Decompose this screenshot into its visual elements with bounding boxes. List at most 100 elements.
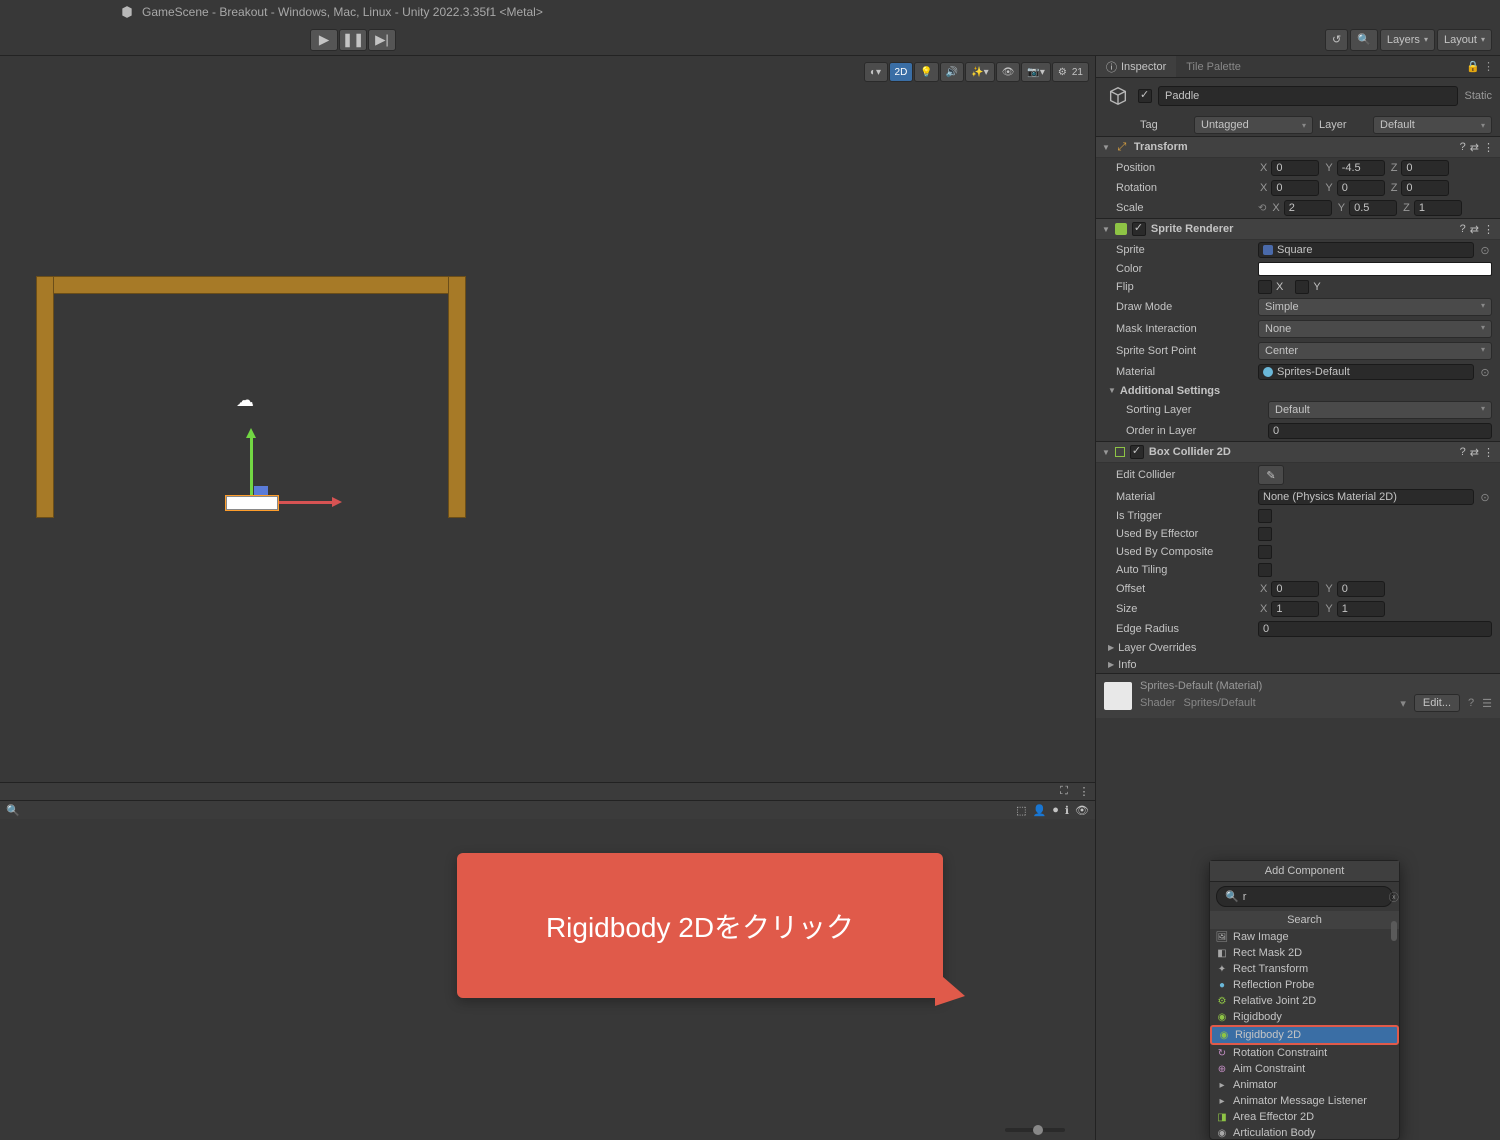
sprite-field[interactable]: Square [1258,242,1474,258]
effects-dropdown[interactable]: ✨▾ [965,62,994,82]
menu-icon[interactable]: ⋮ [1077,785,1091,799]
maximize-icon[interactable]: ⛶ [1057,785,1071,799]
component-search-field[interactable]: 🔍ⓧ [1216,886,1393,907]
layers-dropdown[interactable]: Layers [1380,29,1435,51]
tab-tilepalette[interactable]: Tile Palette [1176,56,1251,77]
rot-y[interactable] [1337,180,1385,196]
mask-interaction-dropdown[interactable]: None [1258,320,1492,338]
paddle-object[interactable] [226,496,278,510]
edit-material-button[interactable]: Edit... [1414,694,1460,712]
console-icon-4[interactable]: ℹ [1065,804,1069,817]
visibility-toggle[interactable]: 👁 [996,62,1021,82]
search-item-rect-mask-2d[interactable]: ◧Rect Mask 2D [1210,945,1399,961]
rot-z[interactable] [1401,180,1449,196]
is-trigger[interactable] [1258,509,1272,523]
search-item-animator-message-listener[interactable]: ▸Animator Message Listener [1210,1093,1399,1109]
pos-z[interactable] [1401,160,1449,176]
offset-y[interactable] [1337,581,1385,597]
order-in-layer[interactable] [1268,423,1492,439]
shader-dropdown[interactable]: Sprites/Default [1183,697,1392,709]
flip-x[interactable] [1258,280,1272,294]
audio-toggle[interactable]: 🔊 [940,62,964,82]
component-icon: ◨ [1216,1111,1228,1123]
search-item-reflection-probe[interactable]: ●Reflection Probe [1210,977,1399,993]
draw-mode-dropdown[interactable]: Simple [1258,298,1492,316]
flip-y[interactable] [1295,280,1309,294]
tag-dropdown[interactable]: Untagged [1194,116,1313,134]
add-component-title[interactable]: Add Component [1210,861,1399,882]
search-icon[interactable]: 🔍 [6,804,20,817]
step-button[interactable]: ▶| [368,29,396,51]
search-item-rect-transform[interactable]: ✦Rect Transform [1210,961,1399,977]
bc-material-field[interactable]: None (Physics Material 2D) [1258,489,1474,505]
sprite-renderer-enabled[interactable] [1132,222,1146,236]
add-component-popup: Add Component 🔍ⓧ Search 🖼Raw Image◧Rect … [1209,860,1400,1140]
edge-radius[interactable] [1258,621,1492,637]
gizmo-y-axis[interactable] [250,436,253,496]
sr-material-field[interactable]: Sprites-Default [1258,364,1474,380]
scrollbar-thumb[interactable] [1391,921,1397,941]
search-item-rigidbody[interactable]: ◉Rigidbody [1210,1009,1399,1025]
search-item-aim-constraint[interactable]: ⊕Aim Constraint [1210,1061,1399,1077]
box-collider-enabled[interactable] [1130,445,1144,459]
search-item-relative-joint-2d[interactable]: ⚙Relative Joint 2D [1210,993,1399,1009]
search-item-raw-image[interactable]: 🖼Raw Image [1210,929,1399,945]
size-y[interactable] [1337,601,1385,617]
tab-inspector[interactable]: ⓘ Inspector [1096,56,1176,77]
scene-bottom-bar: ⛶ ⋮ [0,782,1095,800]
object-name-field[interactable] [1158,86,1458,106]
material-header[interactable]: Sprites-Default (Material) Shader Sprite… [1096,673,1500,718]
preset-icon[interactable]: ⇄ [1470,141,1479,154]
search-item-animator[interactable]: ▸Animator [1210,1077,1399,1093]
console-icon-2[interactable]: 👤 [1032,804,1046,817]
search-item-rotation-constraint[interactable]: ↻Rotation Constraint [1210,1045,1399,1061]
play-button[interactable]: ▶ [310,29,338,51]
console-icon-5[interactable]: 👁 [1075,804,1089,817]
offset-x[interactable] [1271,581,1319,597]
scale-z[interactable] [1414,200,1462,216]
used-by-composite[interactable] [1258,545,1272,559]
clear-search-icon[interactable]: ⓧ [1389,889,1399,904]
box-collider-header[interactable]: ▼ Box Collider 2D ?⇄⋮ [1096,441,1500,463]
search-item-articulation-body[interactable]: ◉Articulation Body [1210,1125,1399,1139]
menu-icon[interactable]: ⋮ [1483,141,1494,154]
gameobject-icon[interactable] [1104,82,1132,110]
console-slider[interactable] [1005,1128,1065,1132]
help-icon[interactable]: ? [1460,141,1466,154]
scale-x[interactable] [1284,200,1332,216]
layer-dropdown[interactable]: Default [1373,116,1492,134]
2d-toggle[interactable]: 2D [889,62,914,82]
shading-mode-dropdown[interactable]: ◐▾ [864,62,888,82]
sprite-target-icon[interactable]: ⊙ [1478,244,1492,257]
gizmos-dropdown[interactable]: ⚙21 [1052,62,1089,82]
sort-point-dropdown[interactable]: Center [1258,342,1492,360]
sprite-renderer-header[interactable]: ▼ Sprite Renderer ?⇄⋮ [1096,218,1500,240]
sorting-layer-dropdown[interactable]: Default [1268,401,1492,419]
lighting-toggle[interactable]: 💡 [914,62,938,82]
scale-link-icon[interactable]: ⟲ [1258,203,1266,214]
pos-x[interactable] [1271,160,1319,176]
pos-y[interactable] [1337,160,1385,176]
layout-dropdown[interactable]: Layout [1437,29,1492,51]
console-icon-1[interactable]: ⬚ [1016,804,1026,817]
scale-y[interactable] [1349,200,1397,216]
auto-tiling[interactable] [1258,563,1272,577]
search-item-area-effector-2d[interactable]: ◨Area Effector 2D [1210,1109,1399,1125]
lock-icon[interactable]: 🔒 ⋮ [1460,56,1500,77]
search-item-rigidbody-2d[interactable]: ◉Rigidbody 2D [1210,1025,1399,1045]
undo-history-button[interactable]: ↺ [1325,29,1348,51]
scene-view[interactable]: ◐▾ 2D 💡 🔊 ✨▾ 👁 📷▾ ⚙21 ☁ [0,56,1095,782]
static-dropdown[interactable]: Static [1464,90,1492,102]
edit-collider-button[interactable]: ✎ [1258,465,1284,485]
color-field[interactable] [1258,262,1492,276]
rot-x[interactable] [1271,180,1319,196]
global-search-button[interactable]: 🔍 [1350,29,1378,51]
transform-header[interactable]: ▼ ⤢ Transform ?⇄⋮ [1096,136,1500,158]
pause-button[interactable]: ❚❚ [339,29,367,51]
active-checkbox[interactable] [1138,89,1152,103]
component-search-input[interactable] [1243,891,1385,903]
camera-dropdown[interactable]: 📷▾ [1021,62,1050,82]
used-by-effector[interactable] [1258,527,1272,541]
console-icon-3[interactable]: ● [1052,804,1059,816]
size-x[interactable] [1271,601,1319,617]
